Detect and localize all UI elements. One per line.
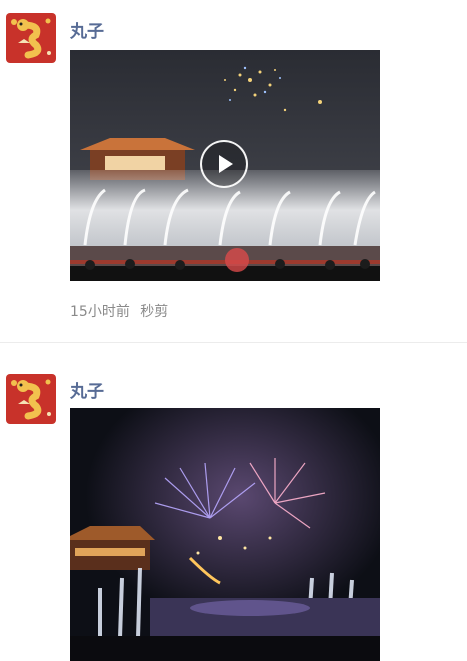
post-meta: 15小时前 秒剪: [70, 301, 174, 321]
zodiac-snake-avatar-icon: [6, 374, 56, 424]
author-name[interactable]: 丸子: [70, 17, 104, 42]
photo-thumbnail[interactable]: [70, 408, 380, 661]
play-button[interactable]: [200, 140, 248, 188]
moment-post: 丸子: [0, 0, 467, 343]
avatar[interactable]: [6, 13, 56, 63]
moment-post: 丸子: [0, 344, 467, 661]
post-timestamp: 15小时前: [70, 304, 130, 320]
avatar[interactable]: [6, 374, 56, 424]
fireworks-fountain-show-image: [70, 408, 380, 661]
video-thumbnail[interactable]: [70, 50, 380, 281]
post-divider: [0, 342, 467, 343]
post-source-app[interactable]: 秒剪: [140, 304, 168, 320]
zodiac-snake-avatar-icon: [6, 13, 56, 63]
play-icon: [219, 155, 233, 173]
author-name[interactable]: 丸子: [70, 377, 104, 402]
